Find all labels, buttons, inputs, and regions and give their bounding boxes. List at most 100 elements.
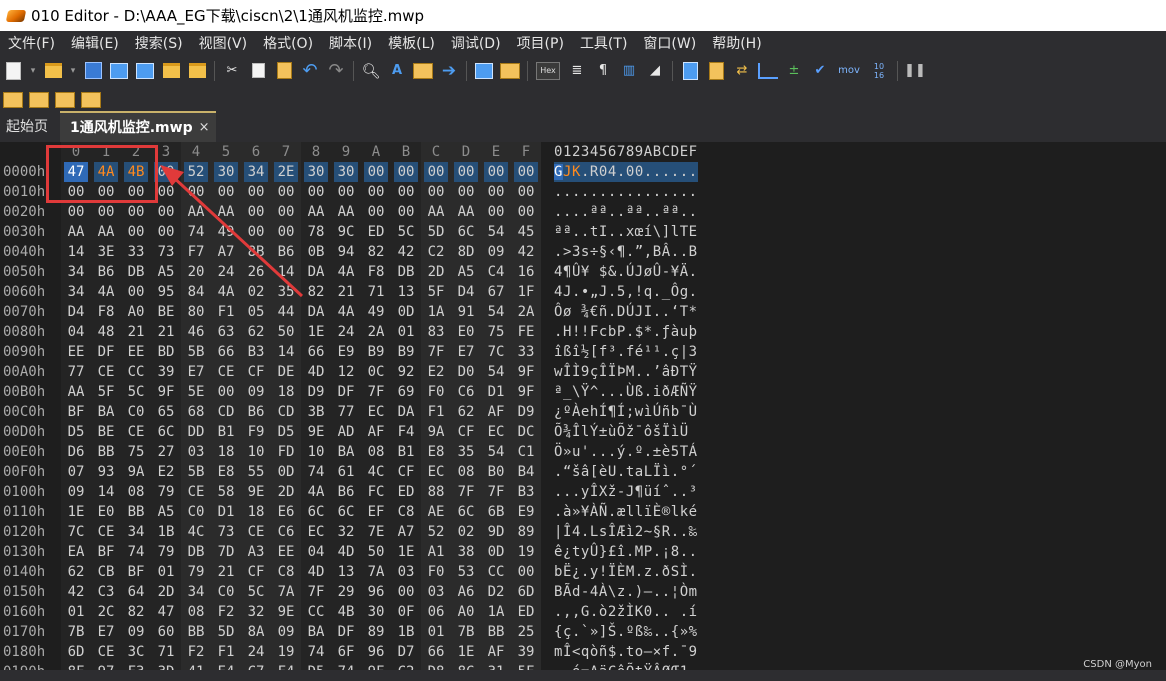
hex-row[interactable]: 0010h 00 00 00 00 00 00 00 00 00 00 00 00 00 00 00 00...… xyxy=(0,182,1166,202)
hex-byte[interactable]: 5B xyxy=(184,462,208,482)
hex-row[interactable]: 0150h 42 C3 64 2D 34 C0 5C 7A 7F 29 96 00 03 A6 D2 6D BÃd… xyxy=(0,582,1166,602)
hex-byte[interactable]: AA xyxy=(334,202,358,222)
hex-byte[interactable]: A7 xyxy=(394,522,418,542)
hex-byte[interactable]: 35 xyxy=(274,282,298,302)
hex-byte[interactable]: 7C xyxy=(484,342,508,362)
ascii-text[interactable]: îßî½[f³.fé¹¹.ç|3 xyxy=(554,342,698,362)
hex-byte[interactable]: 07 xyxy=(64,462,88,482)
hex-byte[interactable]: 24 xyxy=(244,642,268,662)
hex-byte[interactable]: 7A xyxy=(274,582,298,602)
hex-byte[interactable]: AA xyxy=(64,222,88,242)
hex-byte[interactable]: 33 xyxy=(514,342,538,362)
hex-byte[interactable]: 73 xyxy=(154,242,178,262)
hex-byte[interactable]: 13 xyxy=(334,562,358,582)
hex-byte[interactable]: A5 xyxy=(154,502,178,522)
hex-byte[interactable]: 7B xyxy=(454,622,478,642)
hex-byte[interactable]: E9 xyxy=(334,342,358,362)
hex-byte[interactable]: 7C xyxy=(64,522,88,542)
hex-byte[interactable]: DB xyxy=(394,262,418,282)
goto-icon[interactable]: ➔ xyxy=(439,61,459,81)
hex-byte[interactable]: 00 xyxy=(244,182,268,202)
hex-row[interactable]: 0060h 34 4A 00 95 84 4A 02 35 82 21 71 13 5F D4 67 1F 4J.… xyxy=(0,282,1166,302)
hex-byte[interactable]: 00 xyxy=(484,202,508,222)
hex-byte[interactable]: 5C xyxy=(124,382,148,402)
hex-byte[interactable]: 00 xyxy=(124,282,148,302)
hex-byte[interactable]: A1 xyxy=(424,542,448,562)
hex-byte[interactable]: 9F xyxy=(514,382,538,402)
hex-byte[interactable]: 49 xyxy=(214,222,238,242)
replace-icon[interactable]: A xyxy=(387,61,407,81)
redo-icon[interactable]: ↷ xyxy=(326,60,346,81)
ascii-text[interactable]: Ôø ¾€ñ.DÚJI..‘T* xyxy=(554,302,698,322)
hex-byte[interactable]: 4B xyxy=(334,602,358,622)
menu-item[interactable]: 格式(O) xyxy=(255,33,321,53)
hex-byte[interactable]: 74 xyxy=(124,542,148,562)
hex-byte[interactable]: 33 xyxy=(124,242,148,262)
ascii-text[interactable]: .,‚G.ò2žÌK0.. .í xyxy=(554,602,698,622)
hex-byte[interactable]: ED xyxy=(394,482,418,502)
hex-byte[interactable]: AE xyxy=(424,502,448,522)
show-whitespace-icon[interactable]: ¶ xyxy=(593,61,613,81)
hex-byte[interactable]: EC xyxy=(364,402,388,422)
find-in-files-icon[interactable] xyxy=(413,61,433,81)
hex-byte[interactable]: 00 xyxy=(454,162,478,182)
hex-byte[interactable]: 9C xyxy=(334,222,358,242)
hex-byte[interactable]: A5 xyxy=(154,262,178,282)
hex-byte[interactable]: C4 xyxy=(484,262,508,282)
hex-byte[interactable]: 77 xyxy=(334,402,358,422)
hex-byte[interactable]: D9 xyxy=(514,402,538,422)
hex-byte[interactable]: 00 xyxy=(334,182,358,202)
hex-byte[interactable]: B6 xyxy=(94,262,118,282)
hex-byte[interactable]: 08 xyxy=(454,462,478,482)
hex-byte[interactable]: A0 xyxy=(124,302,148,322)
hex-byte[interactable]: 29 xyxy=(334,582,358,602)
hex-byte[interactable]: AF xyxy=(484,402,508,422)
hex-byte[interactable]: B9 xyxy=(394,342,418,362)
hex-byte[interactable]: 6D xyxy=(64,642,88,662)
hex-byte[interactable]: 4D xyxy=(334,542,358,562)
hex-byte[interactable]: F2 xyxy=(184,642,208,662)
hex-byte[interactable]: 82 xyxy=(304,282,328,302)
hex-row[interactable]: 0030h AA AA 00 00 74 49 00 00 78 9C ED 5C 5D 6C 54 45 ªª.… xyxy=(0,222,1166,242)
save-all-icon[interactable] xyxy=(135,61,155,81)
hex-byte[interactable]: 63 xyxy=(214,322,238,342)
hex-byte[interactable]: 42 xyxy=(394,242,418,262)
hex-byte[interactable]: 6C xyxy=(454,502,478,522)
hex-byte[interactable]: CC xyxy=(484,562,508,582)
menu-item[interactable]: 视图(V) xyxy=(191,33,256,53)
hex-byte[interactable]: 42 xyxy=(64,582,88,602)
hex-byte[interactable]: A5 xyxy=(454,262,478,282)
hex-byte[interactable]: CF xyxy=(244,562,268,582)
hex-byte[interactable]: F0 xyxy=(424,562,448,582)
hex-byte[interactable]: 5D xyxy=(214,622,238,642)
hex-byte[interactable]: 0D xyxy=(394,302,418,322)
hex-byte[interactable]: BA xyxy=(334,442,358,462)
hex-editor[interactable]: 0123456789ABCDEF 0123456789ABCDEF 0000h 4… xyxy=(0,142,1166,681)
hex-byte[interactable]: 00 xyxy=(124,222,148,242)
hex-byte[interactable]: 30 xyxy=(304,162,328,182)
menu-item[interactable]: 搜索(S) xyxy=(127,33,191,53)
ascii-text[interactable]: mÎ<qòñ$.to–×f.¯9 xyxy=(554,642,698,662)
hex-byte[interactable]: 6C xyxy=(334,502,358,522)
hex-byte[interactable]: C6 xyxy=(274,522,298,542)
hex-byte[interactable]: 00 xyxy=(274,202,298,222)
hex-byte[interactable]: 01 xyxy=(154,562,178,582)
workspace-icon[interactable] xyxy=(187,61,207,81)
hex-byte[interactable]: 2A xyxy=(514,302,538,322)
script-edit-icon[interactable] xyxy=(81,90,101,110)
hex-byte[interactable]: D0 xyxy=(454,362,478,382)
hex-byte[interactable]: EA xyxy=(64,542,88,562)
hex-byte[interactable]: 02 xyxy=(454,522,478,542)
hex-byte[interactable]: 04 xyxy=(64,322,88,342)
hex-byte[interactable]: 2C xyxy=(94,602,118,622)
hex-byte[interactable]: 74 xyxy=(304,462,328,482)
ascii-text[interactable]: ...yÎXž-J¶üíˆ..³ xyxy=(554,482,698,502)
hex-byte[interactable]: 5C xyxy=(394,222,418,242)
hex-row[interactable]: 0120h 7C CE 34 1B 4C 73 CE C6 EC 32 7E A7 52 02 9D 89 |Î4… xyxy=(0,522,1166,542)
hex-byte[interactable]: 82 xyxy=(364,242,388,262)
hex-byte[interactable]: 77 xyxy=(64,362,88,382)
find-icon[interactable]: 🔍︎ xyxy=(361,61,381,81)
hex-byte[interactable]: CE xyxy=(124,422,148,442)
hex-byte[interactable]: AA xyxy=(184,202,208,222)
hex-byte[interactable]: B6 xyxy=(274,242,298,262)
